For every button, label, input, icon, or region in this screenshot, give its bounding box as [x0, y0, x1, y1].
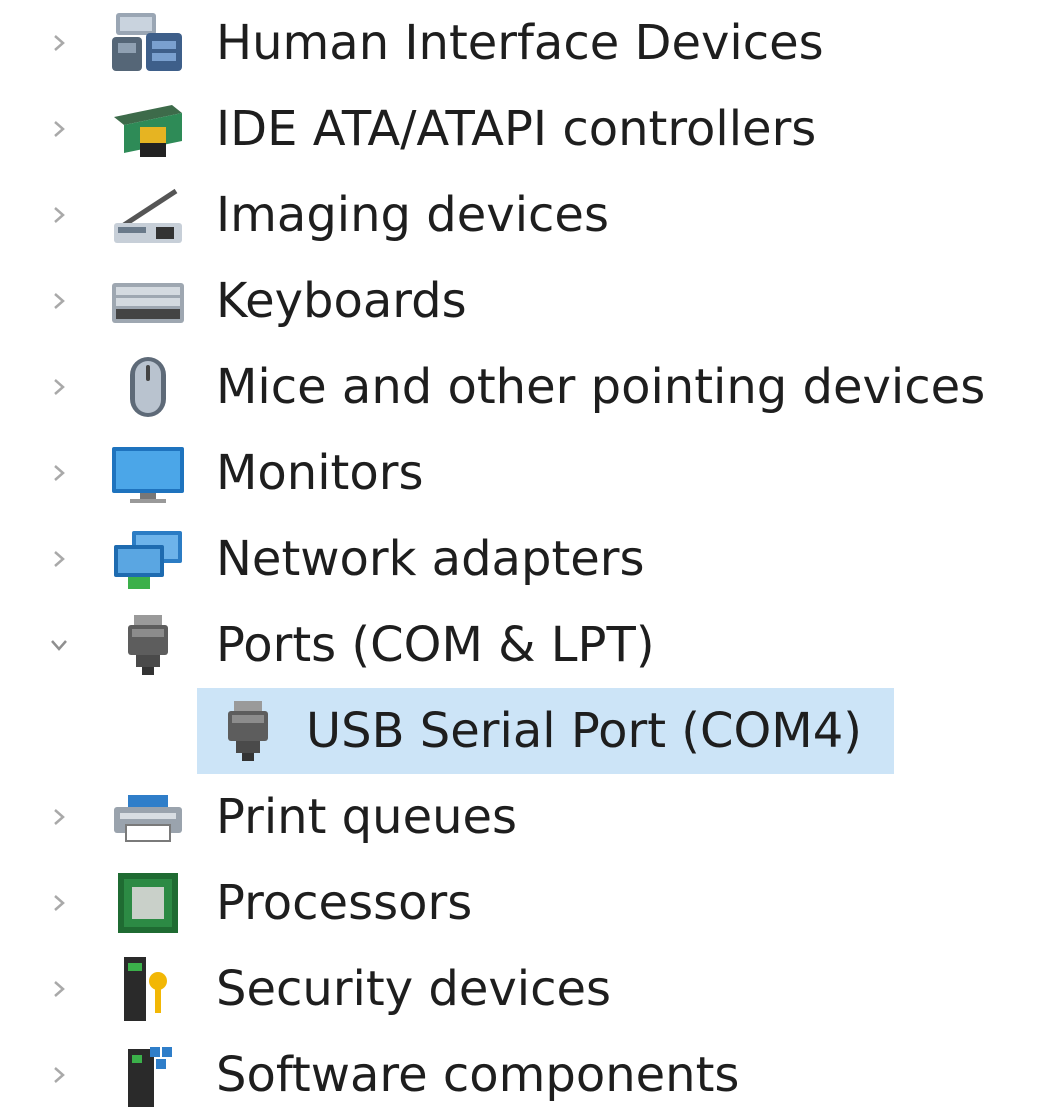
- monitor-icon: [110, 441, 186, 505]
- tree-item-label: Monitors: [216, 445, 424, 501]
- tree-item-label: Ports (COM & LPT): [216, 617, 655, 673]
- tree-item-software-components[interactable]: Software components: [0, 1032, 1052, 1118]
- processor-icon: [110, 871, 186, 935]
- chevron-right-icon[interactable]: [44, 544, 74, 574]
- chevron-right-icon[interactable]: [44, 286, 74, 316]
- scanner-icon: [110, 183, 186, 247]
- chevron-right-icon[interactable]: [44, 802, 74, 832]
- tree-item-label: Security devices: [216, 961, 612, 1017]
- tree-item-label: Network adapters: [216, 531, 645, 587]
- tree-item-imaging-devices[interactable]: Imaging devices: [0, 172, 1052, 258]
- tree-item-label: Print queues: [216, 789, 518, 845]
- chevron-right-icon[interactable]: [44, 200, 74, 230]
- security-key-icon: [110, 957, 186, 1021]
- tree-item-label: Processors: [216, 875, 473, 931]
- ide-controller-icon: [110, 97, 186, 161]
- tree-item-security-devices[interactable]: Security devices: [0, 946, 1052, 1032]
- hid-icon: [110, 11, 186, 75]
- tree-item-label: IDE ATA/ATAPI controllers: [216, 101, 817, 157]
- port-connector-icon: [110, 613, 186, 677]
- port-connector-icon: [210, 699, 286, 763]
- chevron-down-icon[interactable]: [44, 630, 74, 660]
- chevron-right-icon[interactable]: [44, 28, 74, 58]
- chevron-right-icon[interactable]: [44, 974, 74, 1004]
- tree-item-keyboards[interactable]: Keyboards: [0, 258, 1052, 344]
- tree-item-ide-ata-atapi-controllers[interactable]: IDE ATA/ATAPI controllers: [0, 86, 1052, 172]
- tree-item-usb-serial-port-com4[interactable]: USB Serial Port (COM4): [0, 688, 1052, 774]
- printer-icon: [110, 785, 186, 849]
- tree-item-label: Imaging devices: [216, 187, 609, 243]
- tree-item-human-interface-devices[interactable]: Human Interface Devices: [0, 0, 1052, 86]
- tree-item-label: Software components: [216, 1047, 740, 1103]
- keyboard-icon: [110, 269, 186, 333]
- tree-item-monitors[interactable]: Monitors: [0, 430, 1052, 516]
- chevron-right-icon[interactable]: [44, 372, 74, 402]
- tree-item-ports-com-lpt[interactable]: Ports (COM & LPT): [0, 602, 1052, 688]
- chevron-right-icon[interactable]: [44, 888, 74, 918]
- tree-item-print-queues[interactable]: Print queues: [0, 774, 1052, 860]
- chevron-right-icon[interactable]: [44, 1060, 74, 1090]
- mouse-icon: [110, 355, 186, 419]
- chevron-right-icon[interactable]: [44, 458, 74, 488]
- device-tree: Human Interface Devices IDE ATA/ATAPI co…: [0, 0, 1052, 1114]
- network-adapter-icon: [110, 527, 186, 591]
- software-component-icon: [110, 1043, 186, 1107]
- chevron-right-icon[interactable]: [44, 114, 74, 144]
- tree-item-label: Human Interface Devices: [216, 15, 824, 71]
- tree-item-label: Keyboards: [216, 273, 467, 329]
- tree-item-network-adapters[interactable]: Network adapters: [0, 516, 1052, 602]
- tree-item-label: USB Serial Port (COM4): [306, 703, 862, 759]
- tree-item-mice-and-other-pointing-devices[interactable]: Mice and other pointing devices: [0, 344, 1052, 430]
- tree-item-processors[interactable]: Processors: [0, 860, 1052, 946]
- tree-item-label: Mice and other pointing devices: [216, 359, 986, 415]
